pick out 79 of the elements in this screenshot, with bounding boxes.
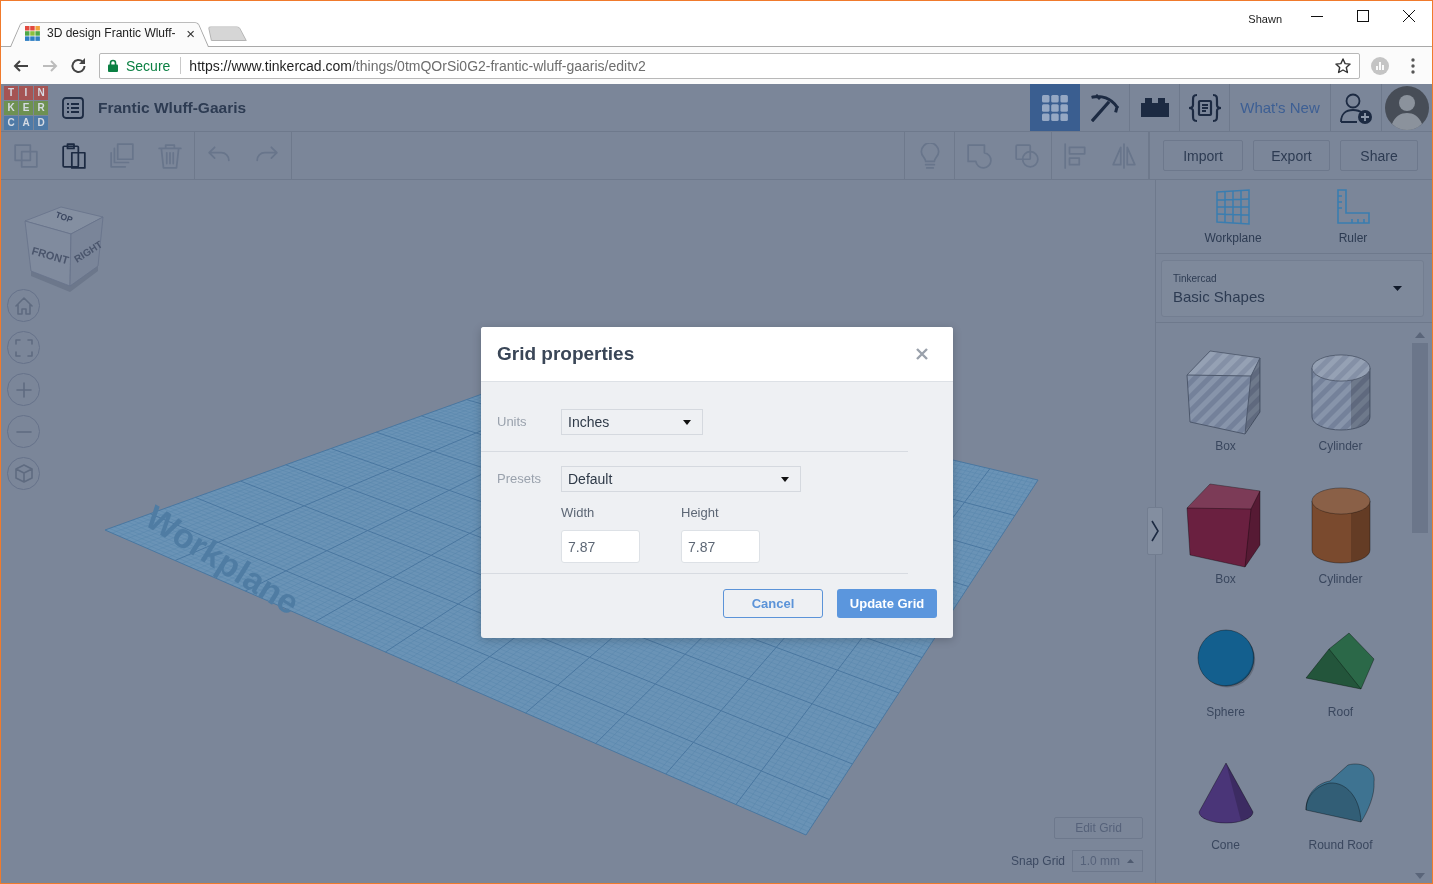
logo-tile[interactable]: R bbox=[34, 100, 48, 115]
scroll-down-icon[interactable] bbox=[1415, 873, 1425, 879]
tab-close-button[interactable]: × bbox=[186, 25, 195, 41]
zoom-in-icon bbox=[15, 381, 32, 398]
brick-icon bbox=[1140, 98, 1169, 117]
profile-name[interactable]: Shawn bbox=[1248, 13, 1282, 25]
snap-grid-label: Snap Grid bbox=[1010, 854, 1065, 868]
reload-icon[interactable] bbox=[70, 56, 88, 75]
logo-tile[interactable]: I bbox=[19, 85, 33, 100]
list-icon[interactable] bbox=[62, 96, 84, 119]
caret-down-icon bbox=[1393, 286, 1402, 291]
maximize-icon[interactable] bbox=[1357, 10, 1369, 22]
share-button[interactable]: Share bbox=[1340, 140, 1418, 171]
caret-down-icon bbox=[683, 419, 691, 425]
import-button[interactable]: Import bbox=[1163, 140, 1243, 171]
fit-view-icon bbox=[14, 338, 33, 357]
view-tab[interactable] bbox=[1030, 84, 1080, 131]
star-icon[interactable] bbox=[1335, 57, 1351, 74]
minimize-icon[interactable] bbox=[1311, 16, 1323, 17]
url-text: https://www.tinkercad.com/things/0tmQOrSi0G2-frantic-wluff-gaaris/editv2 bbox=[189, 57, 646, 74]
clipboard-icon[interactable] bbox=[61, 142, 87, 169]
library-source: Tinkercad bbox=[1173, 272, 1217, 284]
chevron-right-icon bbox=[1151, 520, 1159, 542]
ruler-icon bbox=[1336, 189, 1370, 225]
close-icon[interactable] bbox=[1403, 10, 1415, 22]
design-title[interactable]: Frantic Wluff-Gaaris bbox=[98, 98, 247, 117]
logo-tile[interactable]: C bbox=[4, 115, 18, 130]
extension-icon[interactable] bbox=[1371, 57, 1389, 75]
height-label: Height bbox=[681, 505, 719, 520]
logo-tile[interactable]: K bbox=[4, 100, 18, 115]
cube-icon bbox=[14, 464, 33, 483]
grid-icon bbox=[1215, 189, 1251, 225]
logo-tile[interactable]: E bbox=[19, 100, 33, 115]
browser-tab[interactable]: 3D design Frantic Wluff- × bbox=[10, 19, 209, 47]
units-select[interactable]: Inches bbox=[561, 409, 703, 435]
scroll-up-icon[interactable] bbox=[1415, 332, 1425, 338]
panel-toggle[interactable] bbox=[1147, 507, 1163, 555]
tab-title: 3D design Frantic Wluff- bbox=[47, 26, 176, 40]
shape-item[interactable]: Cylinder bbox=[1283, 346, 1398, 453]
width-input[interactable]: 7.87 bbox=[561, 530, 640, 563]
library-category: Basic Shapes bbox=[1173, 287, 1265, 305]
presets-select[interactable]: Default bbox=[561, 466, 801, 492]
logo-tile[interactable]: A bbox=[19, 115, 33, 130]
height-input[interactable]: 7.87 bbox=[681, 530, 760, 563]
shape-item[interactable]: Cylinder bbox=[1283, 479, 1398, 586]
pickaxe-icon bbox=[1090, 93, 1119, 122]
braces-icon bbox=[1186, 92, 1223, 123]
shape-item[interactable]: Cone bbox=[1168, 745, 1283, 852]
lock-icon bbox=[108, 59, 118, 72]
home-icon bbox=[14, 296, 33, 315]
cancel-button[interactable]: Cancel bbox=[723, 589, 823, 618]
favicon-icon bbox=[25, 25, 40, 41]
workplane-tool[interactable]: Workplane bbox=[1183, 189, 1283, 245]
presets-label: Presets bbox=[497, 471, 543, 486]
new-tab-button[interactable] bbox=[211, 24, 247, 41]
logo-tile[interactable]: D bbox=[34, 115, 48, 130]
export-button[interactable]: Export bbox=[1253, 140, 1330, 171]
shape-item[interactable]: Roof bbox=[1283, 612, 1398, 719]
logo-tile[interactable]: N bbox=[34, 85, 48, 100]
address-bar[interactable]: Secure https://www.tinkercad.com/things/0tmQOrSi0G2-frantic-wluff-gaaris/editv2 bbox=[99, 52, 1360, 79]
shape-item[interactable]: Round Roof bbox=[1283, 745, 1398, 852]
security-label: Secure bbox=[126, 57, 171, 74]
caret-down-icon bbox=[781, 476, 789, 482]
grid-icon bbox=[1041, 94, 1068, 121]
update-grid-button[interactable]: Update Grid bbox=[837, 589, 937, 618]
ruler-tool[interactable]: Ruler bbox=[1303, 189, 1403, 245]
dialog-title: Grid properties bbox=[497, 343, 635, 365]
shape-item[interactable]: Box bbox=[1168, 346, 1283, 453]
whats-new-link[interactable]: What's New bbox=[1230, 84, 1331, 131]
menu-icon[interactable] bbox=[1411, 58, 1415, 74]
shape-library-select[interactable]: Tinkercad Basic Shapes bbox=[1161, 260, 1424, 317]
caret-up-icon bbox=[1127, 859, 1134, 863]
cube-face-label: TOP bbox=[54, 209, 74, 225]
user-avatar[interactable] bbox=[1385, 85, 1429, 130]
width-label: Width bbox=[561, 505, 595, 520]
shape-item[interactable]: Sphere bbox=[1168, 612, 1283, 719]
units-label: Units bbox=[497, 414, 528, 429]
shape-item[interactable]: Box bbox=[1168, 479, 1283, 586]
logo-tile[interactable]: T bbox=[4, 85, 18, 100]
